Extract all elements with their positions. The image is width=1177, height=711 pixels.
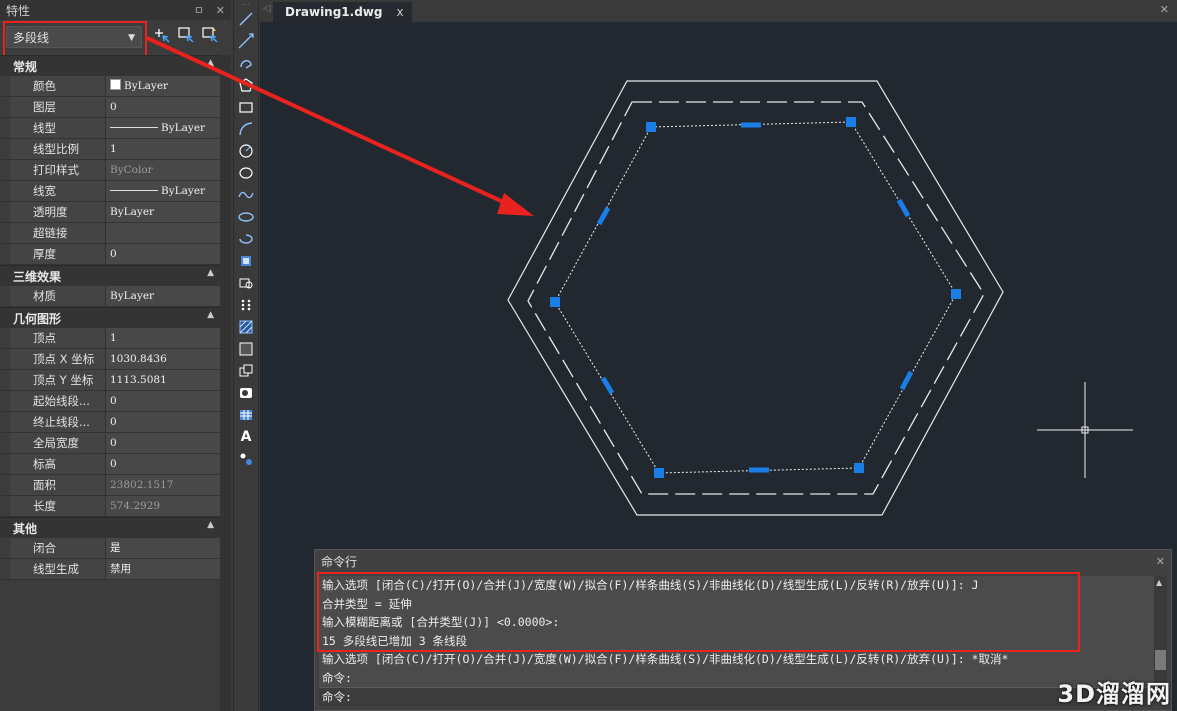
command-input[interactable]: 命令: xyxy=(319,687,1154,706)
command-prompt: 命令: xyxy=(322,690,352,704)
command-close-icon[interactable]: ✕ xyxy=(1156,550,1165,574)
scroll-thumb[interactable] xyxy=(1155,650,1166,670)
history-line: 输入选项 [闭合(C)/打开(O)/合并(J)/宽度(W)/拟合(F)/样条曲线… xyxy=(322,652,1009,666)
history-line: 命令: xyxy=(322,670,352,685)
watermark-logo: 3D溜溜网 xyxy=(1057,680,1171,708)
highlight-box-command xyxy=(317,572,1080,652)
scroll-up-icon[interactable]: ▲ xyxy=(1156,578,1162,587)
command-line-title: 命令行 xyxy=(321,555,358,569)
annotation-arrow-head xyxy=(497,193,534,216)
command-line-header: 命令行 ✕ xyxy=(315,550,1171,574)
annotation-arrow xyxy=(146,36,513,208)
command-scrollbar[interactable]: ▲ xyxy=(1154,576,1167,688)
